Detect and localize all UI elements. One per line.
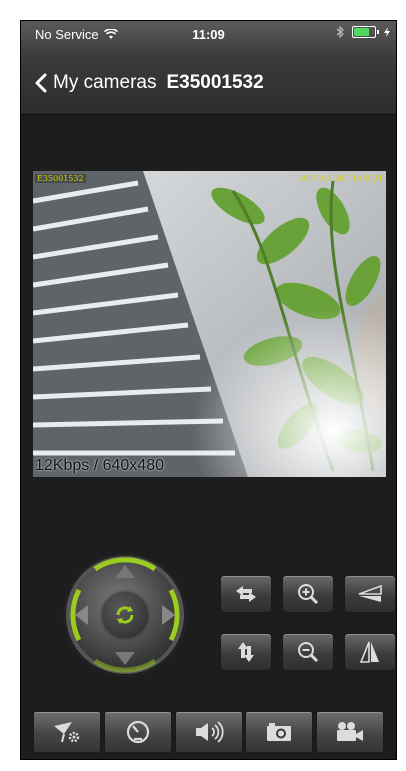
flip-vertical-button[interactable] bbox=[344, 575, 396, 613]
video-feed[interactable]: E35001532 2015-04-24 11:09:21 12Kbps / 6… bbox=[33, 171, 386, 477]
chevron-left-icon bbox=[35, 73, 47, 93]
status-bar: No Service 11:09 bbox=[21, 21, 396, 45]
bitrate-label: 12Kbps / 640x480 bbox=[35, 457, 164, 474]
back-button[interactable]: My cameras bbox=[35, 72, 156, 94]
refresh-icon bbox=[116, 606, 134, 624]
speaker-button[interactable] bbox=[174, 711, 243, 753]
app-screen: No Service 11:09 My cameras E35001532 E3… bbox=[20, 20, 397, 760]
zoom-in-icon bbox=[298, 584, 319, 605]
speed-button[interactable] bbox=[103, 711, 172, 753]
video-record-icon bbox=[337, 722, 363, 741]
camera-icon bbox=[267, 723, 292, 741]
bottom-toolbar bbox=[21, 711, 396, 753]
vertical-flip-arrows-icon bbox=[238, 642, 254, 662]
mirror-icon bbox=[359, 641, 379, 663]
zoom-out-button[interactable] bbox=[282, 633, 334, 671]
status-right bbox=[336, 26, 390, 38]
pan-up-button[interactable] bbox=[115, 565, 135, 578]
flip-vertical-icon bbox=[358, 584, 382, 602]
zoom-out-icon bbox=[298, 642, 319, 663]
speaker-icon bbox=[195, 721, 224, 743]
bluetooth-icon bbox=[336, 26, 344, 38]
osd-timestamp: 2015-04-24 11:09:21 bbox=[298, 174, 383, 183]
zoom-in-button[interactable] bbox=[282, 575, 334, 613]
horizontal-flip-arrows-icon bbox=[236, 586, 256, 602]
pan-left-button[interactable] bbox=[75, 605, 88, 625]
pan-right-button[interactable] bbox=[162, 605, 175, 625]
speed-gauge-icon bbox=[126, 720, 149, 744]
battery-icon bbox=[352, 26, 379, 38]
vertical-flip-button[interactable] bbox=[220, 633, 272, 671]
pan-down-button[interactable] bbox=[115, 652, 135, 665]
top-bar: No Service 11:09 My cameras E35001532 bbox=[21, 21, 396, 115]
settings-icon bbox=[54, 722, 80, 743]
back-label: My cameras bbox=[53, 72, 157, 93]
navigation-bar: My cameras E35001532 bbox=[21, 65, 396, 101]
osd-camera-id: E35001532 bbox=[35, 174, 86, 183]
horizontal-flip-button[interactable] bbox=[220, 575, 272, 613]
camera-image bbox=[33, 171, 386, 477]
mirror-button[interactable] bbox=[344, 633, 396, 671]
charging-icon bbox=[384, 27, 390, 37]
ptz-center-button[interactable] bbox=[103, 593, 147, 637]
snapshot-button[interactable] bbox=[245, 711, 314, 753]
ptz-direction-pad bbox=[65, 555, 185, 675]
settings-button[interactable] bbox=[33, 711, 101, 753]
record-button[interactable] bbox=[316, 711, 384, 753]
page-title: E35001532 bbox=[166, 72, 264, 93]
